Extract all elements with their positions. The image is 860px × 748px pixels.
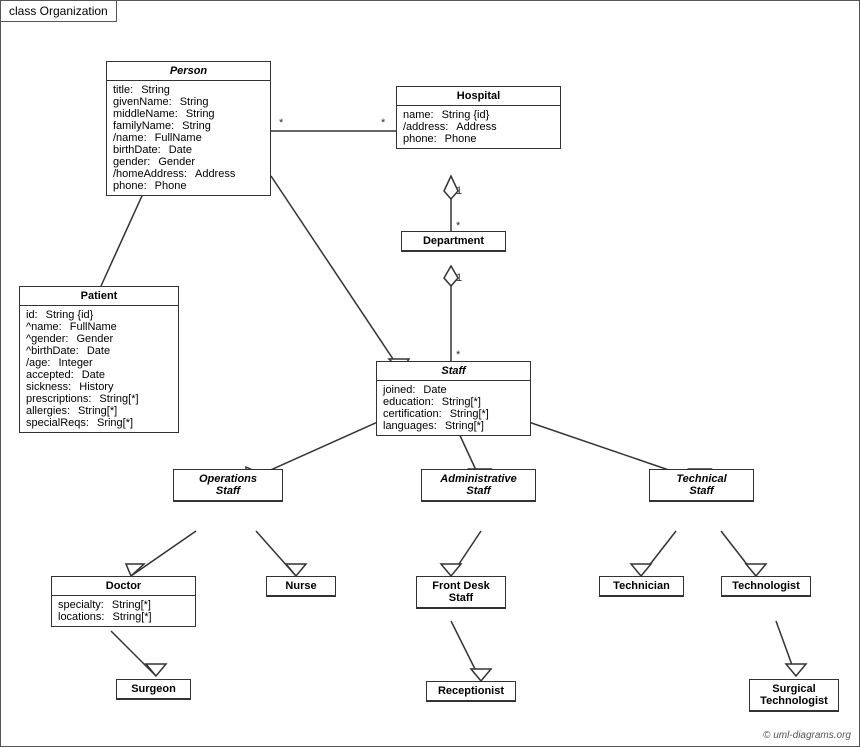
person-body: title:String givenName:String middleName…: [107, 81, 270, 195]
technical-staff-header: TechnicalStaff: [650, 470, 753, 501]
front-desk-staff-header: Front DeskStaff: [417, 577, 505, 608]
department-class: Department: [401, 231, 506, 252]
hospital-class: Hospital name:String {id} /address:Addre…: [396, 86, 561, 149]
department-header: Department: [402, 232, 505, 251]
copyright-text: © uml-diagrams.org: [763, 730, 851, 741]
patient-class: Patient id:String {id} ^name:FullName ^g…: [19, 286, 179, 433]
receptionist-class: Receptionist: [426, 681, 516, 702]
technical-staff-class: TechnicalStaff: [649, 469, 754, 502]
operations-staff-header: OperationsStaff: [174, 470, 282, 501]
diagram-title: class Organization: [1, 1, 117, 22]
nurse-class: Nurse: [266, 576, 336, 597]
doctor-class: Doctor specialty:String[*] locations:Str…: [51, 576, 196, 627]
patient-header: Patient: [20, 287, 178, 306]
svg-text:*: *: [381, 117, 386, 129]
diagram-container: class Organization * * 1 * 1 *: [0, 0, 860, 747]
surgeon-class: Surgeon: [116, 679, 191, 700]
technologist-class: Technologist: [721, 576, 811, 597]
svg-text:1: 1: [456, 185, 462, 197]
staff-class: Staff joined:Date education:String[*] ce…: [376, 361, 531, 436]
administrative-staff-header: AdministrativeStaff: [422, 470, 535, 501]
hospital-header: Hospital: [397, 87, 560, 106]
hospital-body: name:String {id} /address:Address phone:…: [397, 106, 560, 148]
administrative-staff-class: AdministrativeStaff: [421, 469, 536, 502]
surgical-technologist-class: SurgicalTechnologist: [749, 679, 839, 712]
doctor-body: specialty:String[*] locations:String[*]: [52, 596, 195, 626]
surgeon-header: Surgeon: [117, 680, 190, 699]
receptionist-header: Receptionist: [427, 682, 515, 701]
technologist-header: Technologist: [722, 577, 810, 596]
person-header: Person: [107, 62, 270, 81]
operations-staff-class: OperationsStaff: [173, 469, 283, 502]
surgical-technologist-header: SurgicalTechnologist: [750, 680, 838, 711]
front-desk-staff-class: Front DeskStaff: [416, 576, 506, 609]
doctor-header: Doctor: [52, 577, 195, 596]
technician-header: Technician: [600, 577, 683, 596]
svg-text:1: 1: [456, 272, 462, 284]
svg-text:*: *: [456, 349, 461, 361]
svg-text:*: *: [279, 117, 284, 129]
person-class: Person title:String givenName:String mid…: [106, 61, 271, 196]
staff-body: joined:Date education:String[*] certific…: [377, 381, 530, 435]
patient-body: id:String {id} ^name:FullName ^gender:Ge…: [20, 306, 178, 432]
nurse-header: Nurse: [267, 577, 335, 596]
staff-header: Staff: [377, 362, 530, 381]
technician-class: Technician: [599, 576, 684, 597]
